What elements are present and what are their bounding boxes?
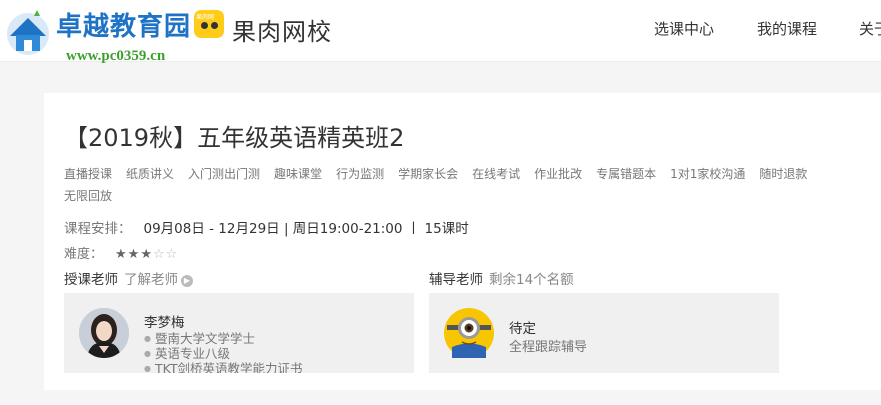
- teacher-avatar-image: [79, 308, 129, 358]
- star-filled-icon: ★: [140, 247, 153, 262]
- credential-item: 暨南大学文学学士: [144, 331, 302, 346]
- credential-item: 英语专业八级: [144, 346, 302, 361]
- minion-avatar: [444, 308, 494, 358]
- teacher-label: 授课老师: [64, 272, 118, 288]
- feature-tag: 学期家长会: [398, 167, 459, 181]
- guorou-badge-icon[interactable]: 果肉网: [194, 10, 224, 38]
- feature-tag: 专属错题本: [596, 167, 657, 181]
- nav-about[interactable]: 关于: [859, 18, 881, 39]
- course-difficulty: 难度： ★★★☆☆: [64, 243, 178, 262]
- course-schedule: 课程安排： 09月08日 - 12月29日 | 周日19:00-21:00 丨 1…: [64, 217, 469, 237]
- star-filled-icon: ★: [115, 247, 128, 262]
- teacher-credentials: 暨南大学文学学士 英语专业八级 TKT剑桥英语教学能力证书: [144, 331, 303, 373]
- schedule-value: 09月08日 - 12月29日 | 周日19:00-21:00 丨 15课时: [143, 221, 469, 237]
- nav-course-center[interactable]: 选课中心: [654, 18, 714, 39]
- chevron-right-icon[interactable]: ▶: [181, 275, 193, 287]
- feature-tag: 纸质讲义: [126, 167, 175, 181]
- watermark-title: 卓越教育园: [56, 12, 192, 42]
- tutor-label: 辅导老师: [429, 272, 483, 288]
- teacher-name: 李梦梅: [144, 315, 185, 331]
- feature-tag: 入门测出门测: [188, 167, 261, 181]
- difficulty-label: 难度：: [64, 247, 104, 262]
- course-card: 【2019秋】五年级英语精英班2 直播授课 纸质讲义 入门测出门测 趣味课堂 行为监测学…: [44, 93, 881, 390]
- feature-tag: 1对1家校沟通: [670, 167, 746, 181]
- star-empty-icon: ☆: [165, 247, 179, 262]
- credential-item: TKT剑桥英语教学能力证书: [144, 361, 303, 373]
- badge-eye-right: [211, 22, 218, 29]
- star-filled-icon: ★: [127, 247, 141, 262]
- tutor-name: 待定: [509, 321, 536, 337]
- tutor-remaining: 剩余14个名额: [489, 272, 574, 288]
- star-empty-icon: ☆: [152, 247, 166, 262]
- schedule-label: 课程安排：: [64, 221, 132, 237]
- feature-tag: 直播授课: [64, 167, 113, 181]
- feature-tag: 趣味课堂: [274, 167, 323, 181]
- feature-tag: 行为监测: [336, 167, 385, 181]
- badge-text: 果肉网: [196, 14, 215, 21]
- teacher-card[interactable]: 李梦梅 暨南大学文学学士 英语专业八级 TKT剑桥英语教学能力证书: [64, 293, 414, 373]
- feature-tag: 在线考试: [472, 167, 521, 181]
- top-header: 卓越教育园 www.pc0359.cn 果肉网 果肉网校 选课中心 我的课程 关…: [0, 0, 881, 64]
- house-logo-icon: [7, 10, 49, 55]
- feature-tag: 无限回放: [64, 189, 113, 203]
- difficulty-stars: ★★★☆☆: [115, 247, 178, 262]
- teacher-avatar: [79, 308, 129, 358]
- nav-my-courses[interactable]: 我的课程: [757, 18, 817, 39]
- watermark-url: www.pc0359.cn: [66, 48, 166, 64]
- brand-name[interactable]: 果肉网校: [232, 12, 332, 47]
- about-teacher-link[interactable]: 了解老师: [124, 272, 178, 288]
- course-title: 【2019秋】五年级英语精英班2: [64, 124, 405, 152]
- teacher-section-label: 授课老师 了解老师 ▶: [64, 268, 193, 288]
- feature-tag: 随时退款: [759, 167, 808, 181]
- badge-eye-left: [201, 22, 208, 29]
- tutor-desc: 全程跟踪辅导: [509, 340, 588, 355]
- course-features: 直播授课 纸质讲义 入门测出门测 趣味课堂 行为监测 学期家长会 在线考试 作业批改 专属错题本…: [64, 163, 824, 207]
- feature-tag: 作业批改: [534, 167, 583, 181]
- tutor-section-label: 辅导老师 剩余14个名额: [429, 268, 574, 288]
- tutor-card[interactable]: 待定 全程跟踪辅导: [429, 293, 779, 373]
